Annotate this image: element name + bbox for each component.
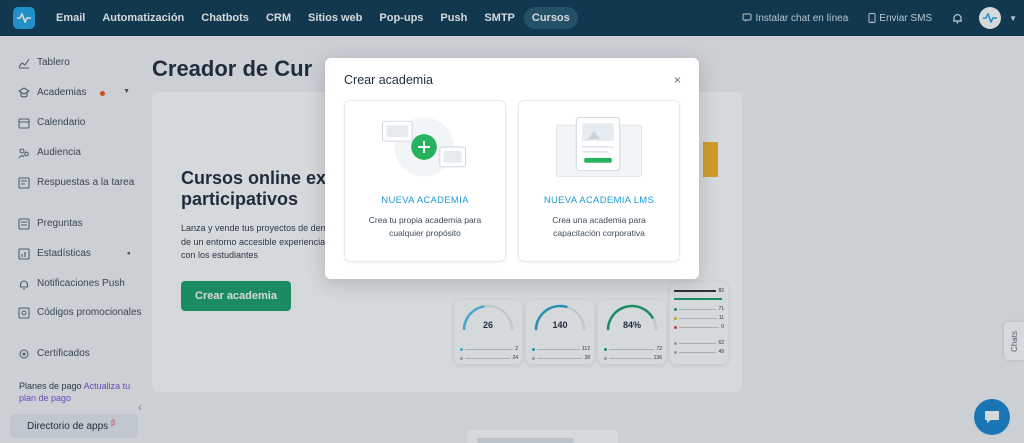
option-title: NUEVA ACADEMIA LMS	[543, 195, 655, 206]
new-lms-academy-option[interactable]: NUEVA ACADEMIA LMS Crea una academia par…	[518, 100, 680, 262]
modal-title: Crear academia	[344, 73, 433, 87]
close-icon[interactable]: ×	[674, 73, 681, 87]
lms-academy-illustration	[556, 116, 642, 178]
option-description: Crea una academia para capacitación corp…	[552, 215, 646, 238]
option-description: Crea tu propia academia para cualquier p…	[368, 215, 482, 238]
new-academy-illustration	[382, 117, 466, 177]
option-title: NUEVA ACADEMIA	[381, 195, 469, 206]
create-academy-modal: Crear academia × NUEVA ACADEMIA Crea tu …	[325, 58, 699, 279]
new-academy-option[interactable]: NUEVA ACADEMIA Crea tu propia academia p…	[344, 100, 506, 262]
